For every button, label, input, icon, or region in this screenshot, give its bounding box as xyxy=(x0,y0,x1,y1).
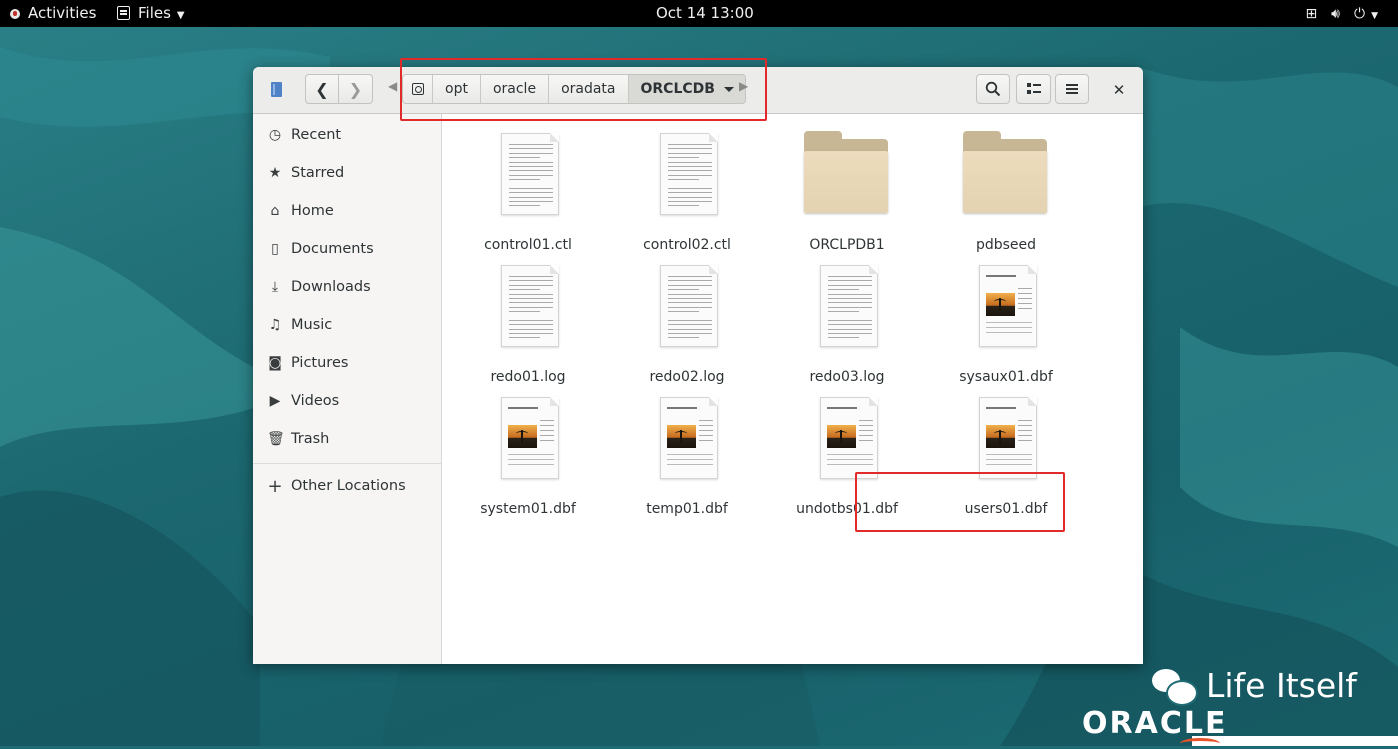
system-status-area[interactable]: ⊞ 🔊︎ ⏻ ▼ xyxy=(1291,0,1378,27)
breadcrumb-highlight-box xyxy=(400,58,767,121)
file-name: redo02.log xyxy=(649,369,725,385)
document-icon: ▯ xyxy=(271,241,279,257)
app-menu-label: Files xyxy=(138,4,171,22)
star-icon: ★ xyxy=(268,165,282,181)
file-name: redo03.log xyxy=(809,369,885,385)
chevron-down-icon: ▼ xyxy=(176,10,185,21)
chat-bubble-icon xyxy=(1152,667,1198,706)
sidebar-item-pictures[interactable]: ◙ Pictures xyxy=(253,345,441,381)
close-button[interactable]: ✕ xyxy=(1108,79,1130,101)
sidebar-item-downloads[interactable]: ⤓ Downloads xyxy=(253,269,441,305)
trash-icon: 🗑︎ xyxy=(267,431,285,447)
plus-icon: + xyxy=(267,475,283,497)
camera-icon: ◙ xyxy=(268,355,282,371)
sidebar-item-label: Starred xyxy=(291,165,345,181)
clock[interactable]: Oct 14 13:00 xyxy=(656,0,754,27)
file-name: control01.ctl xyxy=(484,237,572,253)
text-file-icon xyxy=(660,133,718,215)
back-button[interactable]: ❮ xyxy=(305,74,339,104)
file-name: sysaux01.dbf xyxy=(959,369,1053,385)
chevron-left-icon: ❮ xyxy=(315,79,329,99)
sidebar-item-label: Videos xyxy=(291,393,340,409)
download-icon: ⤓ xyxy=(271,279,279,295)
file-name: ORCLPDB1 xyxy=(809,237,885,253)
network-icon: ⊞ xyxy=(1305,6,1318,22)
sidebar-item-videos[interactable]: ▶ Videos xyxy=(253,383,441,419)
sidebar-item-documents[interactable]: ▯ Documents xyxy=(253,231,441,267)
top-bar: Activities Files ▼ Oct 14 13:00 ⊞ 🔊︎ ⏻ ▼ xyxy=(0,0,1398,27)
sidebar-item-label: Home xyxy=(291,203,334,219)
file-grid: control01.ctl control02.ctl ORCLPDB1 pdb… xyxy=(442,114,1143,664)
sidebar-item-label: Recent xyxy=(291,127,342,143)
watermark-text: Life Itself xyxy=(1206,666,1357,705)
sidebar-item-label: Downloads xyxy=(291,279,371,295)
hamburger-menu-icon xyxy=(1066,84,1078,94)
file-name: redo01.log xyxy=(490,369,566,385)
fedora-logo-icon xyxy=(10,9,20,19)
document-file-icon xyxy=(820,397,878,479)
folder-icon xyxy=(804,131,888,213)
chevron-down-icon: ▼ xyxy=(1371,11,1378,21)
document-file-icon xyxy=(501,397,559,479)
watermark: Life Itself xyxy=(1152,666,1357,706)
text-file-icon xyxy=(660,265,718,347)
sidebar-item-music[interactable]: ♫ Music xyxy=(253,307,441,343)
activities-label: Activities xyxy=(28,4,97,22)
sidebar-item-label: Documents xyxy=(291,241,374,257)
file-name: temp01.dbf xyxy=(646,501,728,517)
volume-icon: 🔊︎ xyxy=(1331,6,1340,22)
home-icon: ⌂ xyxy=(270,203,280,219)
activities-button[interactable]: Activities xyxy=(10,0,96,27)
sidebar-item-trash[interactable]: 🗑︎ Trash xyxy=(253,421,441,457)
file-highlight-box xyxy=(855,472,1065,532)
music-icon: ♫ xyxy=(268,317,282,333)
search-button[interactable] xyxy=(976,74,1010,104)
sidebar-item-label: Music xyxy=(291,317,333,333)
files-app-icon xyxy=(117,6,130,20)
sidebar: ◷ Recent ★ Starred ⌂ Home ▯ Documents ⤓ Downl… xyxy=(253,114,442,664)
document-file-icon xyxy=(979,265,1037,347)
close-icon: ✕ xyxy=(1112,81,1126,99)
sidebar-item-label: Other Locations xyxy=(291,478,406,494)
file-name: control02.ctl xyxy=(643,237,731,253)
document-file-icon xyxy=(979,397,1037,479)
sidebar-item-other-locations[interactable]: + Other Locations xyxy=(253,468,441,504)
text-file-icon xyxy=(501,265,559,347)
video-icon: ▶ xyxy=(269,393,281,409)
sidebar-item-starred[interactable]: ★ Starred xyxy=(253,155,441,191)
search-icon xyxy=(985,81,1001,97)
forward-button[interactable]: ❯ xyxy=(338,74,373,104)
logo-bar xyxy=(1192,736,1398,746)
sidebar-item-label: Pictures xyxy=(291,355,349,371)
file-name: pdbseed xyxy=(975,237,1037,253)
text-file-icon xyxy=(501,133,559,215)
chevron-right-icon: ❯ xyxy=(348,79,363,99)
list-view-icon xyxy=(1026,83,1041,94)
menu-button[interactable] xyxy=(1055,74,1089,104)
sidebar-item-recent[interactable]: ◷ Recent xyxy=(253,117,441,153)
sidebar-divider xyxy=(253,463,441,464)
folder-icon xyxy=(963,131,1047,213)
document-app-icon xyxy=(271,82,282,97)
sidebar-item-home[interactable]: ⌂ Home xyxy=(253,193,441,229)
breadcrumb-scroll-left-icon[interactable]: ◀ xyxy=(388,79,397,93)
sidebar-item-label: Trash xyxy=(291,431,330,447)
text-file-icon xyxy=(820,265,878,347)
app-menu-button[interactable]: Files ▼ xyxy=(117,0,185,27)
file-name: system01.dbf xyxy=(480,501,576,517)
logo-swoosh xyxy=(1180,738,1220,749)
clock-icon: ◷ xyxy=(268,127,282,143)
files-window: ❮ ❯ ◀ opt oracle oradata ORCLCDB ▶ ✕ ◷ Re… xyxy=(253,67,1143,664)
document-file-icon xyxy=(660,397,718,479)
view-options-button[interactable] xyxy=(1016,74,1051,104)
power-icon: ⏻ xyxy=(1354,6,1366,22)
